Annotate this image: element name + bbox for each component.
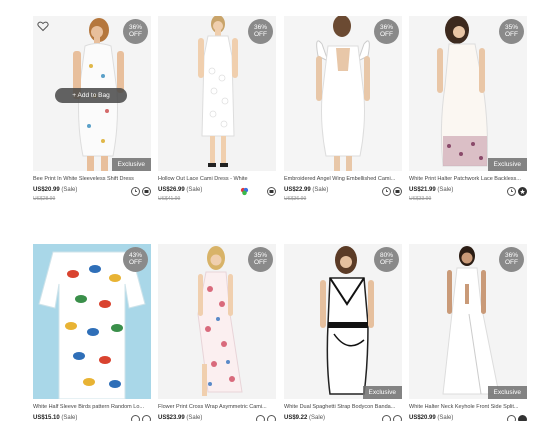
card-actions [131, 187, 151, 197]
product-card[interactable]: 36% OFF Hollow Out Lace Cami Dress - Whit… [158, 16, 276, 202]
card-actions [256, 415, 276, 421]
discount-badge: 36% OFF [248, 19, 273, 44]
shipping-icon[interactable] [267, 415, 276, 421]
card-actions [382, 415, 402, 421]
product-card[interactable]: 80% OFF Exclusive White Dual Spaghetti St… [284, 244, 402, 421]
card-actions [267, 187, 276, 197]
product-image[interactable]: 36% OFF [158, 16, 276, 171]
card-actions [382, 187, 402, 197]
discount-badge: 36% OFF [499, 247, 524, 272]
original-price: US$41.99 [158, 196, 181, 202]
exclusive-label: Exclusive [487, 386, 527, 399]
clock-icon[interactable] [382, 415, 391, 421]
product-image[interactable]: 36% OFF [284, 16, 402, 171]
heart-icon[interactable] [37, 20, 49, 32]
product-card[interactable]: 35% OFF Flower Print Cross Wrap Asymmetri… [158, 244, 276, 421]
product-image[interactable]: 80% OFF Exclusive [284, 244, 402, 399]
product-image[interactable]: 36% OFF Exclusive [409, 244, 527, 399]
product-image[interactable]: 43% OFF [33, 244, 151, 399]
discount-badge: 80% OFF [374, 247, 399, 272]
product-card[interactable]: 36% OFF Embroidered Angel Wing Embellishe… [284, 16, 402, 202]
card-actions [131, 415, 151, 421]
clock-icon[interactable] [256, 415, 265, 421]
product-name[interactable]: White Print Halter Patchwork Lace Backle… [409, 176, 527, 183]
product-card[interactable]: + Add to Bag 36% OFF Exclusive Bee Print … [33, 16, 151, 202]
product-image[interactable]: 35% OFF Exclusive [409, 16, 527, 171]
product-name[interactable]: Hollow Out Lace Cami Dress - White [158, 176, 276, 183]
product-grid: + Add to Bag 36% OFF Exclusive Bee Print … [0, 0, 540, 421]
product-card[interactable]: 43% OFF White Half Sleeve Birds pattern R… [33, 244, 151, 421]
exclusive-label: Exclusive [487, 158, 527, 171]
product-name[interactable]: White Halter Neck Keyhole Front Side Spl… [409, 404, 527, 411]
card-actions [507, 415, 527, 421]
shipping-icon[interactable] [267, 187, 276, 196]
add-to-bag-button[interactable]: + Add to Bag [55, 88, 127, 103]
discount-badge: 36% OFF [374, 19, 399, 44]
exclusive-label: Exclusive [111, 158, 151, 171]
product-name[interactable]: Embroidered Angel Wing Embellished Cami.… [284, 176, 402, 183]
product-name[interactable]: White Half Sleeve Birds pattern Random L… [33, 404, 151, 411]
product-price: US$26.99 (Sale) [158, 187, 203, 193]
product-name[interactable]: White Dual Spaghetti Strap Bodycon Banda… [284, 404, 402, 411]
color-options-icon[interactable] [240, 187, 249, 196]
clock-icon[interactable] [507, 415, 516, 421]
product-image[interactable]: 35% OFF [158, 244, 276, 399]
clock-icon[interactable] [382, 187, 391, 196]
discount-badge: 35% OFF [499, 19, 524, 44]
exclusive-label: Exclusive [362, 386, 402, 399]
discount-badge: 35% OFF [248, 247, 273, 272]
product-name[interactable]: Flower Print Cross Wrap Asymmetric Cami.… [158, 404, 276, 411]
shipping-icon[interactable] [142, 187, 151, 196]
discount-badge: 43% OFF [123, 247, 148, 272]
shipping-icon[interactable] [142, 415, 151, 421]
star-icon[interactable] [518, 415, 527, 421]
card-actions [507, 187, 527, 197]
product-card[interactable]: 35% OFF Exclusive White Print Halter Patc… [409, 16, 527, 202]
clock-icon[interactable] [507, 187, 516, 196]
shipping-icon[interactable] [393, 187, 402, 196]
product-card[interactable]: 36% OFF Exclusive White Halter Neck Keyho… [409, 244, 527, 421]
product-image[interactable]: + Add to Bag 36% OFF Exclusive [33, 16, 151, 171]
shipping-icon[interactable] [393, 415, 402, 421]
star-icon[interactable] [518, 187, 527, 196]
clock-icon[interactable] [131, 187, 140, 196]
clock-icon[interactable] [131, 415, 140, 421]
product-name[interactable]: Bee Print In White Sleeveless Shift Dres… [33, 176, 151, 183]
discount-badge: 36% OFF [123, 19, 148, 44]
